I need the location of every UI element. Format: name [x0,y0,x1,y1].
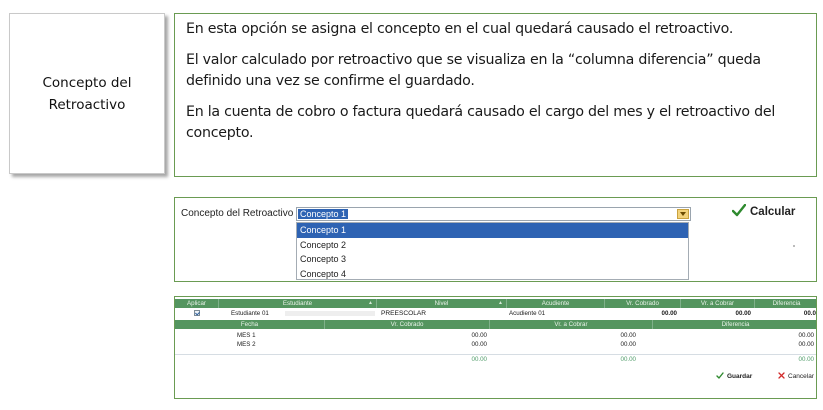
detail-vr-a-cobrar: 00.00 [620,341,636,348]
concept-select[interactable]: Concepto 1 [296,207,691,221]
aplicar-checkbox[interactable] [194,309,200,316]
detail-fecha: MES 1 [237,332,256,339]
detail-header-fecha[interactable]: Fecha [175,320,325,329]
dropdown-option-concepto-4[interactable]: Concepto 4 [297,267,688,282]
concept-select-label: Concepto del Retroactivo [181,208,294,219]
dropdown-option-concepto-1[interactable]: Concepto 1 [297,223,688,238]
detail-vr-cobrado: 00.00 [471,332,487,339]
totals-row: 00.00 00.00 00.00 [175,354,816,363]
calcular-label: Calcular [750,206,796,218]
column-header-acudiente[interactable]: Acudiente [507,299,605,308]
guardar-label: Guardar [727,373,753,380]
sort-icon: ▲ [498,300,503,306]
detail-vr-a-cobrar: 00.00 [620,332,636,339]
cell-vr-a-cobrar: 00.00 [735,310,751,317]
concept-dropdown-list: Concepto 1 Concepto 2 Concepto 3 Concept… [296,222,689,280]
cell-nivel: PREESCOLAR [381,310,427,317]
concept-label-box: Concepto del Retroactivo [9,13,165,174]
description-paragraph-3: En la cuenta de cobro o factura quedará … [186,104,776,141]
concept-label-text: Concepto del Retroactivo [42,74,132,113]
table-row[interactable]: Estudiante 01 PREESCOLAR Acudiente 01 00… [175,309,817,318]
detail-header-row: Fecha Vr. Cobrado Vr. a Cobrar Diferenci… [175,320,816,329]
column-header-diferencia[interactable]: Diferencia [755,299,816,308]
description-box: En esta opción se asigna el concepto en … [174,13,817,177]
detail-fecha: MES 2 [237,341,256,348]
cell-estudiante-bar [285,311,375,316]
cancelar-button[interactable]: Cancelar [778,372,814,381]
retroactive-grid-panel: Aplicar Estudiante ▲ Nivel ▲ Acudiente Vr.… [174,296,817,399]
cell-acudiente: Acudiente 01 [509,310,546,317]
grid-header-row: Aplicar Estudiante ▲ Nivel ▲ Acudiente Vr.… [175,299,816,308]
dropdown-option-concepto-2[interactable]: Concepto 2 [297,238,688,253]
detail-header-vr-a-cobrar[interactable]: Vr. a Cobrar [490,320,653,329]
checkmark-icon [731,203,747,220]
checkmark-icon [716,372,724,381]
cell-diferencia: 00.0( [803,310,817,317]
sort-icon: ▲ [368,300,373,306]
column-header-estudiante[interactable]: Estudiante ▲ [219,299,377,308]
detail-diferencia: 00.00 [798,332,814,339]
detail-vr-cobrado: 00.00 [471,341,487,348]
column-header-vr-a-cobrar[interactable]: Vr. a Cobrar [681,299,755,308]
detail-header-diferencia[interactable]: Diferencia [653,320,816,329]
guardar-button[interactable]: Guardar [716,372,752,381]
cancelar-label: Cancelar [788,373,815,380]
detail-diferencia: 00.00 [798,341,814,348]
cell-vr-cobrado: 00.00 [661,310,677,317]
detail-header-vr-cobrado[interactable]: Vr. Cobrado [325,320,490,329]
column-header-vr-cobrado[interactable]: Vr. Cobrado [605,299,681,308]
column-header-nivel[interactable]: Nivel ▲ [377,299,507,308]
close-icon [778,372,785,381]
total-vr-cobrado: 00.00 [471,356,487,363]
concept-select-value: Concepto 1 [298,209,349,219]
concept-selector-panel: Concepto del Retroactivo Concepto 1 Conc… [174,197,817,282]
total-vr-a-cobrar: 00.00 [620,356,636,363]
dropdown-option-concepto-3[interactable]: Concepto 3 [297,252,688,267]
chevron-down-icon[interactable] [677,209,689,219]
decorative-dot [793,245,795,247]
detail-row[interactable]: MES 2 00.00 00.00 00.00 [175,340,816,349]
column-header-aplicar[interactable]: Aplicar [175,299,219,308]
detail-row[interactable]: MES 1 00.00 00.00 00.00 [175,331,816,340]
calcular-button[interactable]: Calcular [731,203,796,220]
total-diferencia: 00.00 [798,356,814,363]
description-paragraph-2: El valor calculado por retroactivo que s… [186,52,761,89]
description-paragraph-1: En esta opción se asigna el concepto en … [186,21,734,37]
